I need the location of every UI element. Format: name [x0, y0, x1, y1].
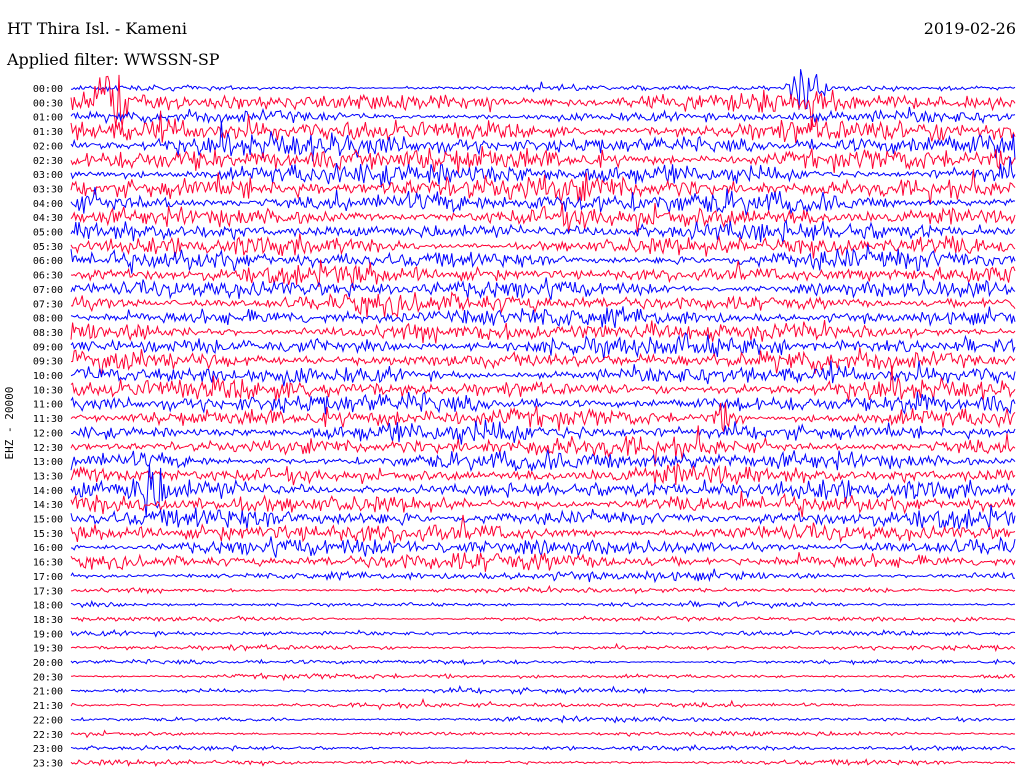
- trace-row-2300: [70, 744, 1016, 752]
- row-label-0130: 01:30: [33, 127, 63, 138]
- row-label-1800: 18:00: [33, 601, 63, 612]
- trace-row-0400: [70, 186, 1016, 216]
- trace-row-0900: [70, 332, 1016, 360]
- trace-row-1030: [70, 365, 1016, 401]
- trace-row-1700: [70, 568, 1015, 584]
- row-label-1130: 11:30: [33, 414, 63, 425]
- trace-row-1500: [70, 504, 1016, 531]
- row-label-2330: 23:30: [33, 758, 63, 769]
- row-label-0700: 07:00: [33, 285, 63, 296]
- row-label-1330: 13:30: [33, 471, 63, 482]
- trace-row-2000: [70, 658, 1016, 666]
- row-label-1630: 16:30: [33, 558, 63, 569]
- trace-row-0530: [70, 233, 1016, 259]
- row-label-1030: 10:30: [33, 385, 63, 396]
- trace-row-1730: [70, 584, 1016, 595]
- row-label-1430: 14:30: [33, 500, 63, 511]
- row-label-0430: 04:30: [33, 213, 63, 224]
- trace-row-1800: [70, 599, 1016, 609]
- row-label-0200: 02:00: [33, 141, 63, 152]
- trace-row-0800: [70, 306, 1016, 329]
- row-label-0600: 06:00: [33, 256, 63, 267]
- trace-row-1930: [70, 642, 1016, 653]
- row-label-0630: 06:30: [33, 271, 63, 282]
- row-label-1100: 11:00: [33, 400, 63, 411]
- row-label-1700: 17:00: [33, 572, 63, 583]
- row-label-1900: 19:00: [33, 629, 63, 640]
- row-label-1730: 17:30: [33, 586, 63, 597]
- row-label-1600: 16:00: [33, 543, 63, 554]
- row-label-2000: 20:00: [33, 658, 63, 669]
- trace-row-2100: [70, 685, 1016, 696]
- row-label-0730: 07:30: [33, 299, 63, 310]
- trace-row-1430: [70, 490, 1016, 518]
- trace-row-1830: [70, 615, 1016, 623]
- row-label-2030: 20:30: [33, 672, 63, 683]
- row-label-1300: 13:00: [33, 457, 63, 468]
- row-label-1500: 15:00: [33, 515, 63, 526]
- row-label-0030: 00:30: [33, 98, 63, 109]
- row-label-1830: 18:30: [33, 615, 63, 626]
- trace-row-1330: [70, 462, 1016, 486]
- row-label-1530: 15:30: [33, 529, 63, 540]
- row-label-0530: 05:30: [33, 242, 63, 253]
- row-label-0330: 03:30: [33, 184, 63, 195]
- trace-row-1400: [70, 464, 1016, 517]
- trace-row-2130: [70, 697, 1016, 711]
- trace-row-0930: [70, 347, 1016, 376]
- row-label-0300: 03:00: [33, 170, 63, 181]
- trace-row-0100: [70, 106, 1016, 126]
- row-label-1200: 12:00: [33, 428, 63, 439]
- row-label-0900: 09:00: [33, 342, 63, 353]
- row-label-1930: 19:30: [33, 644, 63, 655]
- trace-row-0230: [70, 146, 1016, 174]
- trace-row-1900: [70, 628, 1016, 638]
- trace-row-0500: [70, 219, 1016, 245]
- trace-row-1100: [70, 391, 1016, 415]
- trace-row-0730: [70, 291, 1016, 319]
- row-label-0930: 09:30: [33, 357, 63, 368]
- trace-row-1300: [70, 449, 1016, 473]
- trace-row-1200: [70, 419, 1016, 445]
- trace-row-0030: [70, 74, 1016, 131]
- row-label-0230: 02:30: [33, 156, 63, 167]
- trace-row-1130: [70, 402, 1016, 433]
- trace-row-2030: [70, 672, 1016, 682]
- helicorder-plot: 00:00 00:30 01:00 01:30 02:00 02:30 03:00 03:30…: [33, 69, 1016, 769]
- row-label-2230: 22:30: [33, 730, 63, 741]
- row-label-0100: 01:00: [33, 113, 63, 124]
- row-label-0400: 04:00: [33, 199, 63, 210]
- row-label-2100: 21:00: [33, 687, 63, 698]
- row-label-2300: 23:00: [33, 744, 63, 755]
- row-label-2130: 21:30: [33, 701, 63, 712]
- trace-row-0700: [70, 277, 1016, 300]
- row-label-0800: 08:00: [33, 314, 63, 325]
- row-label-0830: 08:30: [33, 328, 63, 339]
- trace-row-2330: [70, 758, 1016, 767]
- row-label-1400: 14:00: [33, 486, 63, 497]
- trace-row-2230: [70, 729, 1015, 739]
- row-label-0000: 00:00: [33, 84, 63, 95]
- row-label-2200: 22:00: [33, 715, 63, 726]
- row-label-1000: 10:00: [33, 371, 63, 382]
- trace-row-2200: [70, 714, 1016, 724]
- trace-row-1630: [70, 552, 1016, 572]
- row-label-0500: 05:00: [33, 228, 63, 239]
- row-label-1230: 12:30: [33, 443, 63, 454]
- trace-row-0430: [70, 202, 1016, 233]
